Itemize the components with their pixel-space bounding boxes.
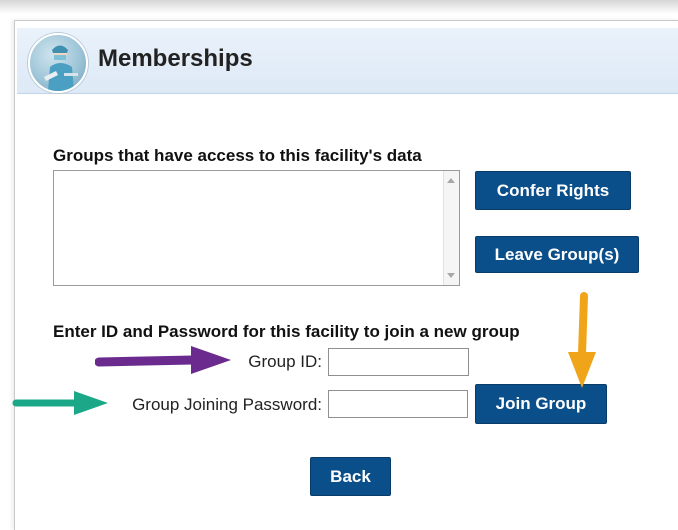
- groups-listbox[interactable]: [53, 170, 460, 286]
- orange-arrow-icon: [568, 292, 596, 388]
- scroll-up-icon[interactable]: [447, 178, 455, 183]
- back-button[interactable]: Back: [310, 457, 391, 496]
- memberships-window: Memberships Groups that have access to t…: [0, 0, 678, 530]
- groups-list-label: Groups that have access to this facility…: [53, 146, 422, 165]
- scroll-down-icon[interactable]: [447, 273, 455, 278]
- purple-arrow-icon: [95, 346, 231, 374]
- group-id-input[interactable]: [328, 348, 469, 376]
- nurse-avatar-icon: [28, 33, 88, 93]
- teal-arrow-icon: [12, 391, 108, 415]
- password-label: Group Joining Password:: [132, 395, 322, 414]
- leave-groups-button[interactable]: Leave Group(s): [475, 236, 639, 273]
- confer-rights-button[interactable]: Confer Rights: [475, 171, 631, 210]
- join-instruction: Enter ID and Password for this facility …: [53, 322, 520, 341]
- listbox-scrollbar[interactable]: [443, 171, 459, 285]
- page-title: Memberships: [98, 45, 253, 72]
- top-shadow: [0, 0, 678, 14]
- group-password-input[interactable]: [328, 390, 468, 418]
